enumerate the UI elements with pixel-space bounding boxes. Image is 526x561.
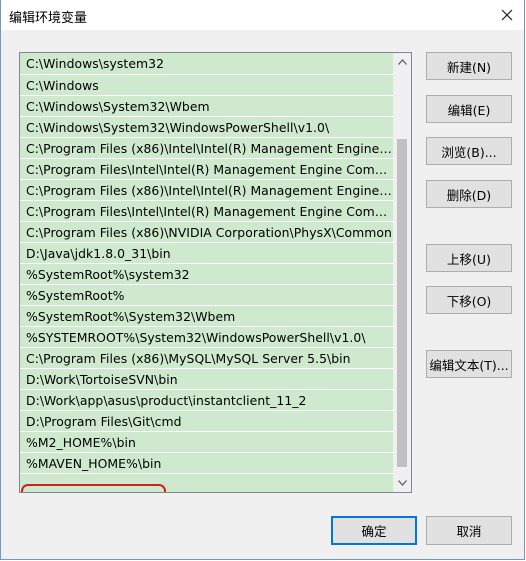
- browse-button[interactable]: 浏览(B)...: [426, 137, 512, 165]
- move-down-button[interactable]: 下移(O): [426, 286, 512, 314]
- path-list-item[interactable]: C:\Windows\System32\Wbem: [20, 96, 393, 117]
- path-list-item[interactable]: %SystemRoot%: [20, 285, 393, 306]
- path-list-item[interactable]: C:\Program Files (x86)\MySQL\MySQL Serve…: [20, 348, 393, 369]
- scroll-thumb[interactable]: [397, 139, 407, 467]
- ok-button[interactable]: 确定: [331, 516, 417, 545]
- path-list-item[interactable]: %SystemRoot%\System32\Wbem: [20, 306, 393, 327]
- move-up-button[interactable]: 上移(U): [426, 244, 512, 272]
- chevron-up-icon: [397, 59, 407, 65]
- path-list-item[interactable]: D:\Program Files\Git\cmd: [20, 411, 393, 432]
- delete-button[interactable]: 删除(D): [426, 180, 512, 208]
- path-list-item[interactable]: C:\Program Files (x86)\NVIDIA Corporatio…: [20, 222, 393, 243]
- path-list: C:\Windows\system32 C:\Windows C:\Windows\…: [20, 53, 393, 492]
- path-list-item[interactable]: C:\Program Files\Intel\Intel(R) Manageme…: [20, 159, 393, 180]
- edit-env-variable-dialog: 编辑环境变量 C:\Windows\system32 C:\Windows C:\W…: [0, 0, 525, 560]
- scroll-down-arrow[interactable]: [393, 474, 411, 492]
- close-button[interactable]: [490, 0, 524, 30]
- close-icon: [501, 9, 513, 21]
- cancel-button[interactable]: 取消: [426, 516, 512, 545]
- path-list-item[interactable]: C:\Windows: [20, 75, 393, 96]
- path-list-item[interactable]: C:\Windows\System32\WindowsPowerShell\v1…: [20, 117, 393, 138]
- chevron-down-icon: [397, 480, 407, 486]
- edit-button[interactable]: 编辑(E): [426, 95, 512, 123]
- path-list-item[interactable]: %SYSTEMROOT%\System32\WindowsPowerShell\…: [20, 327, 393, 348]
- path-list-item[interactable]: D:\Work\TortoiseSVN\bin: [20, 369, 393, 390]
- new-button[interactable]: 新建(N): [426, 52, 512, 80]
- window-title: 编辑环境变量: [9, 11, 88, 26]
- edit-text-button[interactable]: 编辑文本(T)...: [426, 350, 512, 378]
- path-list-item[interactable]: C:\Program Files (x86)\Intel\Intel(R) Ma…: [20, 180, 393, 201]
- path-list-item[interactable]: D:\Java\jdk1.8.0_31\bin: [20, 243, 393, 264]
- vertical-scrollbar[interactable]: [393, 53, 411, 492]
- path-list-item[interactable]: %SystemRoot%\system32: [20, 264, 393, 285]
- path-list-item[interactable]: C:\Program Files (x86)\Intel\Intel(R) Ma…: [20, 138, 393, 159]
- path-list-item[interactable]: C:\Windows\system32: [20, 53, 393, 75]
- title-bar: 编辑环境变量: [1, 0, 524, 30]
- scroll-up-arrow[interactable]: [393, 53, 411, 71]
- path-list-item[interactable]: %M2_HOME%\bin: [20, 432, 393, 453]
- path-list-item[interactable]: C:\Program Files\Intel\Intel(R) Manageme…: [20, 201, 393, 222]
- path-listbox[interactable]: C:\Windows\system32 C:\Windows C:\Windows\…: [19, 52, 412, 493]
- path-list-item[interactable]: %MAVEN_HOME%\bin: [20, 453, 393, 474]
- path-list-item[interactable]: D:\Work\app\asus\product\instantclient_1…: [20, 390, 393, 411]
